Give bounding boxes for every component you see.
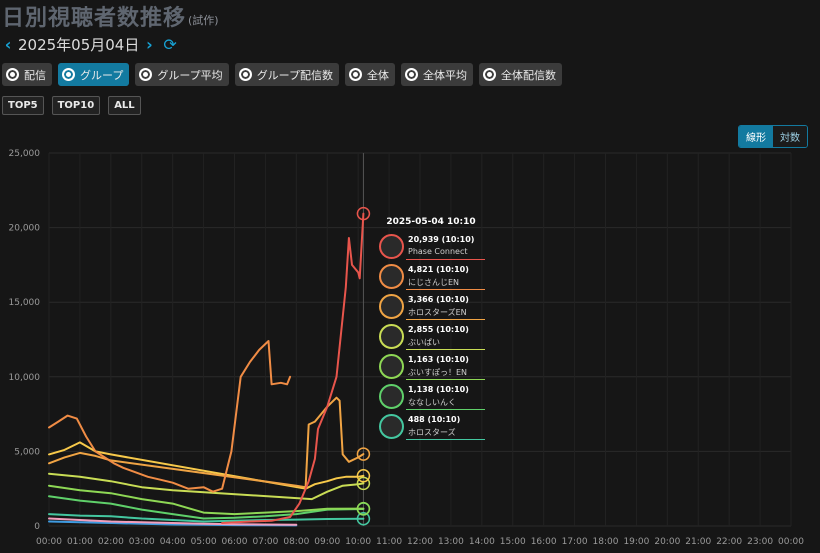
x-tick-label: 00:00	[36, 537, 62, 547]
radio-icon	[238, 68, 252, 81]
date-navigator: ‹ 2025年05月04日 › ⟳	[2, 33, 177, 55]
tooltip-row: 4,821 (10:10) にじさんじEN	[375, 262, 487, 292]
tooltip-color-line	[406, 319, 485, 320]
x-tick-label: 13:00	[438, 537, 464, 547]
x-tick-label: 06:00	[222, 537, 248, 547]
y-tick-label: 0	[34, 522, 40, 532]
chevron-left-icon[interactable]: ‹	[2, 35, 14, 54]
tooltip-value: 488 (10:10)	[408, 415, 461, 424]
tooltip-color-line	[406, 349, 485, 350]
tooltip-color-line	[406, 379, 485, 380]
x-tick-label: 08:00	[283, 537, 309, 547]
chart-tooltip: 2025-05-04 10:10 20,939 (10:10) Phase Con…	[375, 212, 487, 442]
view-option-all-average[interactable]: 全体平均	[401, 63, 474, 86]
radio-icon	[139, 68, 153, 81]
tooltip-series-name: ぶいぱい	[408, 338, 440, 347]
current-date: 2025年05月04日	[18, 35, 140, 54]
page-title-suffix: (試作)	[188, 14, 219, 27]
x-tick-label: 20:00	[654, 537, 680, 547]
tooltip-title: 2025-05-04 10:10	[386, 217, 476, 227]
view-option-all[interactable]: 全体	[345, 63, 396, 86]
tooltip-row: 3,366 (10:10) ホロスターズEN	[375, 292, 487, 322]
view-option-all-stream-count[interactable]: 全体配信数	[479, 63, 563, 86]
top5-button[interactable]: TOP5	[2, 96, 44, 115]
nanashi-inc-logo-icon	[379, 384, 404, 409]
tooltip-series-name: にじさんじEN	[408, 278, 460, 287]
view-option-group[interactable]: グループ	[58, 63, 130, 86]
tooltip-row: 488 (10:10) ホロスターズ	[375, 412, 487, 442]
tooltip-color-line	[406, 259, 485, 260]
vpai-logo-icon	[379, 324, 404, 349]
y-tick-label: 20,000	[9, 224, 41, 234]
x-tick-label: 16:00	[531, 537, 557, 547]
radio-icon	[483, 68, 497, 81]
tooltip-series-name: ホロスターズEN	[408, 308, 467, 317]
x-tick-label: 18:00	[593, 537, 619, 547]
tooltip-row: 2,855 (10:10) ぶいぱい	[375, 322, 487, 352]
refresh-icon[interactable]: ⟳	[163, 35, 176, 54]
all-button[interactable]: ALL	[108, 96, 141, 115]
x-tick-label: 02:00	[98, 537, 124, 547]
x-tick-label: 04:00	[160, 537, 186, 547]
top-filter-group: TOP5 TOP10 ALL	[2, 96, 149, 115]
view-mode-radio-group: 配信 グループ グループ平均 グループ配信数 全体 全体平均 全体配信数	[2, 63, 568, 86]
tooltip-row: 1,163 (10:10) ぶいすぽっ！EN	[375, 352, 487, 382]
tooltip-value: 1,163 (10:10)	[408, 355, 469, 364]
tooltip-value: 20,939 (10:10)	[408, 235, 475, 244]
holostars-logo-icon	[379, 414, 404, 439]
series-line	[48, 484, 365, 516]
tooltip-value: 2,855 (10:10)	[408, 325, 469, 334]
x-tick-label: 21:00	[685, 537, 711, 547]
tooltip-row: 20,939 (10:10) Phase Connect	[375, 232, 487, 262]
x-tick-label: 15:00	[500, 537, 526, 547]
y-tick-label: 25,000	[9, 149, 41, 159]
tooltip-value: 3,366 (10:10)	[408, 295, 469, 304]
holostars-en-logo-icon	[379, 294, 404, 319]
chevron-right-icon[interactable]: ›	[143, 35, 155, 54]
x-tick-label: 14:00	[469, 537, 495, 547]
tooltip-series-name: Phase Connect	[408, 247, 468, 256]
y-tick-label: 10,000	[9, 373, 41, 383]
view-option-group-stream-count[interactable]: グループ配信数	[234, 63, 340, 86]
x-tick-label: 19:00	[623, 537, 649, 547]
series-line	[48, 472, 365, 501]
x-tick-label: 11:00	[376, 537, 402, 547]
radio-icon	[62, 68, 75, 81]
tooltip-row: 1,138 (10:10) ななしいんく	[375, 382, 487, 412]
x-tick-label: 01:00	[67, 537, 93, 547]
x-tick-label: 23:00	[747, 537, 773, 547]
x-tick-label: 00:00	[778, 537, 804, 547]
x-tick-label: 10:00	[345, 537, 371, 547]
vspo-en-logo-icon	[379, 354, 404, 379]
phase-connect-logo-icon	[379, 234, 404, 259]
tooltip-series-name: ななしいんく	[408, 398, 456, 407]
page-title: 日別視聴者数推移	[2, 6, 187, 31]
y-tick-label: 5,000	[14, 447, 40, 457]
radio-icon	[405, 68, 419, 81]
page-header: 日別視聴者数推移 (試作)	[2, 0, 219, 32]
tooltip-value: 1,138 (10:10)	[408, 385, 469, 394]
y-tick-label: 15,000	[9, 298, 41, 308]
view-option-stream[interactable]: 配信	[2, 63, 52, 86]
x-tick-label: 22:00	[716, 537, 742, 547]
x-tick-label: 03:00	[129, 537, 155, 547]
x-tick-label: 07:00	[252, 537, 278, 547]
x-tick-label: 09:00	[314, 537, 340, 547]
tooltip-color-line	[406, 289, 485, 290]
top10-button[interactable]: TOP10	[51, 96, 101, 115]
x-tick-label: 12:00	[407, 537, 433, 547]
tooltip-value: 4,821 (10:10)	[408, 265, 469, 274]
x-tick-label: 17:00	[562, 537, 588, 547]
nijisanji-en-logo-icon	[379, 264, 404, 289]
view-option-group-average[interactable]: グループ平均	[135, 63, 229, 86]
tooltip-series-name: ホロスターズ	[408, 428, 456, 437]
x-tick-label: 05:00	[191, 537, 217, 547]
tooltip-color-line	[406, 409, 485, 410]
radio-icon	[349, 68, 363, 81]
tooltip-color-line	[406, 439, 485, 440]
tooltip-series-name: ぶいすぽっ！EN	[408, 368, 468, 377]
radio-icon	[6, 68, 19, 81]
